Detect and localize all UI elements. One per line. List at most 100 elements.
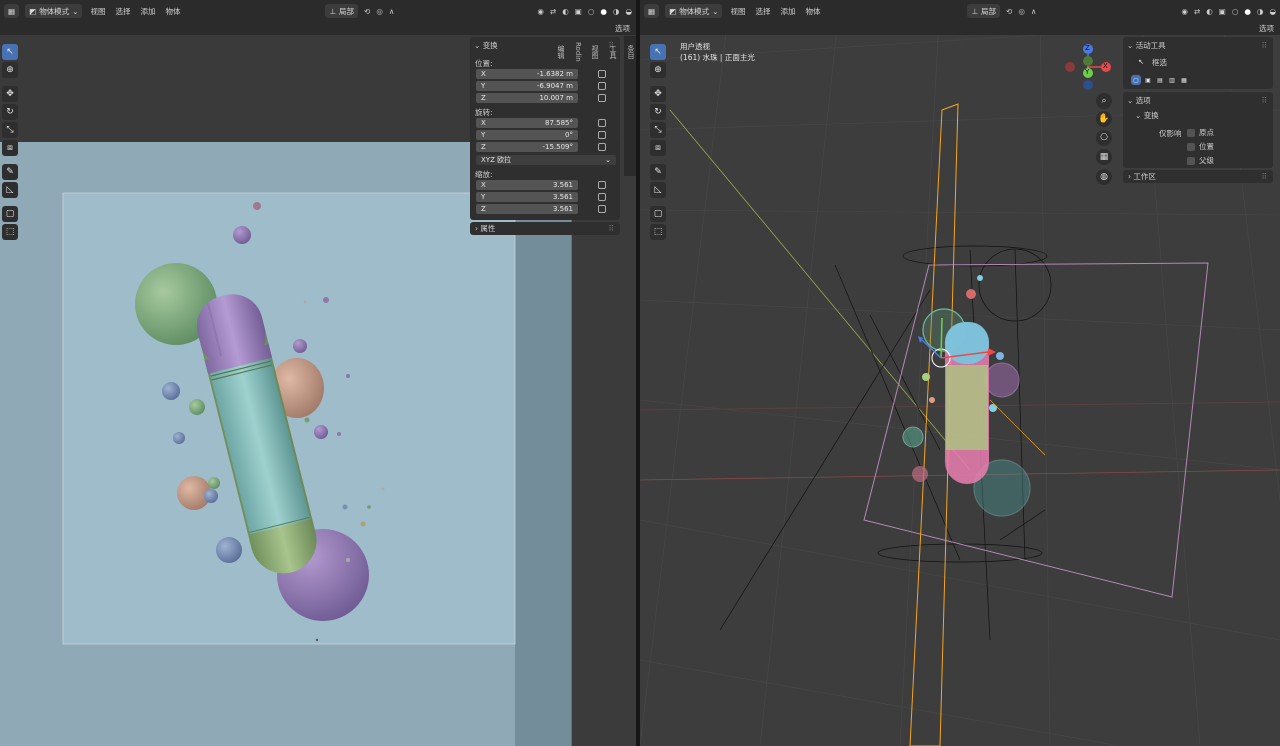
- tab-tool[interactable]: 工具: [608, 45, 618, 59]
- xray-icon[interactable]: ▣: [1219, 7, 1226, 16]
- lock-icon[interactable]: [598, 181, 606, 189]
- extrude-icon[interactable]: ⬚: [650, 224, 666, 240]
- tab-item[interactable]: 条目: [626, 45, 636, 59]
- lock-icon[interactable]: [598, 131, 606, 139]
- gizmo-icon[interactable]: ⇄: [550, 7, 556, 16]
- lock-icon[interactable]: [598, 119, 606, 127]
- select-intersect-icon[interactable]: ▦: [1179, 75, 1189, 85]
- editor-type-button[interactable]: ▦: [4, 4, 20, 18]
- menu-add[interactable]: 添加: [138, 6, 157, 17]
- overlay-icon[interactable]: ◐: [1206, 7, 1213, 16]
- move-icon[interactable]: ✥: [2, 86, 18, 102]
- workspace-panel-header[interactable]: › 工作区 ⠿: [1123, 170, 1273, 183]
- rotation-y-field[interactable]: Y 0°: [476, 130, 578, 140]
- move-icon[interactable]: ✥: [650, 86, 666, 102]
- rotate-icon[interactable]: ↻: [650, 104, 666, 120]
- xray-icon[interactable]: ▣: [575, 7, 582, 16]
- tab-edit[interactable]: 编辑: [556, 45, 566, 59]
- cursor-icon[interactable]: ⊕: [650, 62, 666, 78]
- options-button[interactable]: 选项: [1259, 23, 1274, 34]
- affect-origins-checkbox[interactable]: 原点: [1187, 127, 1214, 138]
- light-icon[interactable]: ◍: [1096, 169, 1112, 185]
- ortho-toggle-icon[interactable]: ▦: [1096, 149, 1112, 165]
- camera-view-icon[interactable]: ⎔: [1096, 130, 1112, 146]
- measure-icon[interactable]: ◺: [2, 182, 18, 198]
- affect-locations-checkbox[interactable]: 位置: [1187, 141, 1214, 152]
- snap-icon[interactable]: ⟲: [1006, 7, 1012, 16]
- active-tool-header[interactable]: ⌄ 活动工具 ⠿: [1123, 40, 1273, 51]
- transform-icon[interactable]: ⧈: [2, 140, 18, 156]
- rotation-mode-select[interactable]: XYZ 欧拉 ⌄: [476, 155, 616, 165]
- editor-type-button[interactable]: ▦: [644, 4, 660, 18]
- add-cube-icon[interactable]: ▢: [2, 206, 18, 222]
- lock-icon[interactable]: [598, 82, 606, 90]
- select-subtract-icon[interactable]: ▤: [1155, 75, 1165, 85]
- extrude-icon[interactable]: ⬚: [2, 224, 18, 240]
- scale-z-field[interactable]: Z 3.561: [476, 204, 578, 214]
- falloff-icon[interactable]: ∧: [389, 7, 395, 16]
- annotate-icon[interactable]: ✎: [650, 164, 666, 180]
- options-button[interactable]: 选项: [615, 23, 630, 34]
- menu-select[interactable]: 选择: [753, 6, 772, 17]
- select-box-icon[interactable]: ↖: [2, 44, 18, 60]
- transform-icon[interactable]: ⧈: [650, 140, 666, 156]
- measure-icon[interactable]: ◺: [650, 182, 666, 198]
- solid-shading-icon[interactable]: ●: [1244, 7, 1251, 16]
- solid-shading-icon[interactable]: ●: [600, 7, 607, 16]
- location-x-field[interactable]: X -1.6382 m: [476, 69, 578, 79]
- snap-icon[interactable]: ⟲: [364, 7, 370, 16]
- material-shading-icon[interactable]: ◑: [613, 7, 620, 16]
- select-box-icon[interactable]: ↖: [1135, 56, 1147, 68]
- menu-add[interactable]: 添加: [778, 6, 797, 17]
- rotation-x-field[interactable]: X 87.585°: [476, 118, 578, 128]
- lock-icon[interactable]: [598, 143, 606, 151]
- affect-parents-checkbox[interactable]: 父级: [1187, 155, 1214, 166]
- scale-y-field[interactable]: Y 3.561: [476, 192, 578, 202]
- mode-select[interactable]: ◩ 物体模式 ⌄: [25, 4, 83, 18]
- gizmo-icon[interactable]: ⇄: [1194, 7, 1200, 16]
- zoom-icon[interactable]: ⌕: [1096, 93, 1112, 109]
- pan-hand-icon[interactable]: ✋: [1096, 111, 1112, 127]
- visibility-icon[interactable]: ◉: [1181, 7, 1188, 16]
- lock-icon[interactable]: [598, 94, 606, 102]
- overlay-icon[interactable]: ◐: [562, 7, 569, 16]
- menu-object[interactable]: 物体: [163, 6, 182, 17]
- mode-select[interactable]: ◩ 物体模式 ⌄: [665, 4, 723, 18]
- select-box-icon[interactable]: ↖: [650, 44, 666, 60]
- wireframe-shading-icon[interactable]: ○: [1232, 7, 1239, 16]
- scale-icon[interactable]: ⤡: [650, 122, 666, 138]
- right-viewport[interactable]: ▦ ◩ 物体模式 ⌄ 视图 选择 添加 物体 ⊥ 局部 ⟲ ◎ ∧ ◉ ⇄ ◐ …: [640, 0, 1280, 746]
- drag-handle-icon[interactable]: ⠿: [1262, 172, 1268, 181]
- transform-orientation-select[interactable]: ⊥ 局部: [325, 4, 359, 18]
- lock-icon[interactable]: [598, 70, 606, 78]
- material-shading-icon[interactable]: ◑: [1257, 7, 1264, 16]
- visibility-icon[interactable]: ◉: [537, 7, 544, 16]
- navigation-gizmo[interactable]: Z Y X: [1060, 40, 1116, 96]
- lock-icon[interactable]: [598, 193, 606, 201]
- rendered-shading-icon[interactable]: ◒: [1269, 7, 1276, 16]
- drag-handle-icon[interactable]: ⠿: [609, 224, 615, 233]
- options-panel-header[interactable]: ⌄ 选项 ⠿: [1123, 95, 1273, 106]
- properties-panel-header[interactable]: › 属性 ⠿: [470, 222, 620, 235]
- select-new-icon[interactable]: ▢: [1131, 75, 1141, 85]
- transform-orientation-select[interactable]: ⊥ 局部: [967, 4, 1001, 18]
- menu-object[interactable]: 物体: [803, 6, 822, 17]
- left-viewport[interactable]: ▦ ◩ 物体模式 ⌄ 视图 选择 添加 物体 ⊥ 局部 ⟲ ◎ ∧ ◉ ⇄ ◐ …: [0, 0, 636, 746]
- tab-rodin[interactable]: Rodin: [574, 42, 582, 62]
- falloff-icon[interactable]: ∧: [1031, 7, 1037, 16]
- drag-handle-icon[interactable]: ⠿: [1262, 41, 1268, 50]
- menu-view[interactable]: 视图: [728, 6, 747, 17]
- select-invert-icon[interactable]: ▥: [1167, 75, 1177, 85]
- drag-handle-icon[interactable]: ⠿: [1262, 96, 1268, 105]
- location-y-field[interactable]: Y -6.9047 m: [476, 81, 578, 91]
- add-cube-icon[interactable]: ▢: [650, 206, 666, 222]
- menu-select[interactable]: 选择: [113, 6, 132, 17]
- proportional-edit-icon[interactable]: ◎: [1018, 7, 1025, 16]
- transform-subpanel-header[interactable]: ⌄ 变换: [1123, 110, 1273, 121]
- location-z-field[interactable]: Z 10.007 m: [476, 93, 578, 103]
- rendered-shading-icon[interactable]: ◒: [625, 7, 632, 16]
- annotate-icon[interactable]: ✎: [2, 164, 18, 180]
- scale-x-field[interactable]: X 3.561: [476, 180, 578, 190]
- rotate-icon[interactable]: ↻: [2, 104, 18, 120]
- select-extend-icon[interactable]: ▣: [1143, 75, 1153, 85]
